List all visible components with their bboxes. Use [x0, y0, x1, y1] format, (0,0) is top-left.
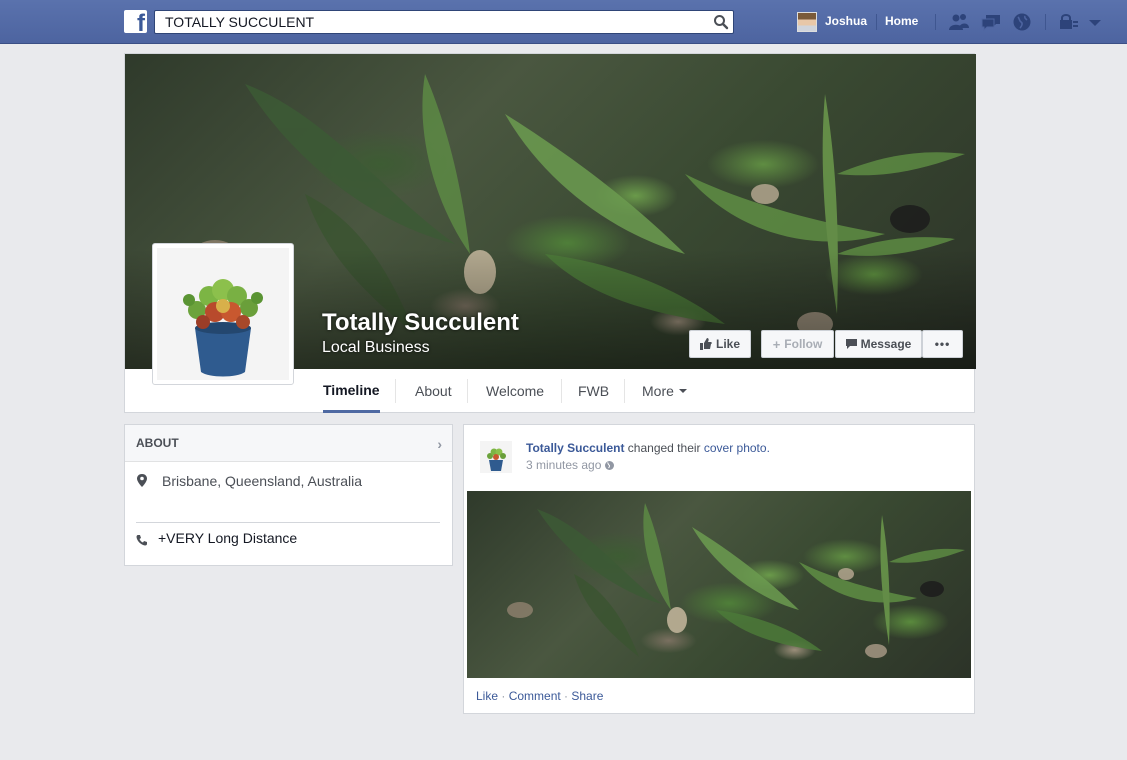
- privacy-shortcuts-icon[interactable]: [1058, 12, 1080, 32]
- more-options-button[interactable]: •••: [922, 330, 963, 358]
- post-actions: Like · Comment · Share: [476, 689, 603, 703]
- message-button[interactable]: Message: [835, 330, 922, 358]
- succulent-post-image: [507, 503, 965, 658]
- home-link[interactable]: Home: [885, 14, 918, 28]
- nav-divider: [876, 14, 877, 30]
- about-divider: [136, 522, 440, 523]
- chevron-right-icon[interactable]: ›: [437, 436, 442, 452]
- tab-divider: [395, 379, 396, 403]
- tab-about[interactable]: About: [415, 369, 452, 413]
- location-text[interactable]: Brisbane, Queensland, Australia: [162, 473, 362, 489]
- about-header[interactable]: ABOUT ›: [125, 425, 452, 462]
- facebook-logo-icon[interactable]: f: [124, 10, 147, 33]
- top-nav-bar: f Joshua Home: [0, 0, 1127, 44]
- tab-divider: [467, 379, 468, 403]
- tab-more[interactable]: More: [642, 369, 689, 413]
- follow-button-label: Follow: [784, 337, 823, 351]
- search-icon[interactable]: [713, 14, 729, 30]
- nav-divider: [1045, 14, 1046, 30]
- post-cover-photo[interactable]: [467, 491, 971, 678]
- about-section: ABOUT › Brisbane, Queensland, Australia …: [124, 424, 453, 566]
- about-location-row: Brisbane, Queensland, Australia: [136, 473, 362, 489]
- more-options-label: •••: [934, 337, 951, 351]
- thumbs-up-icon: [699, 338, 712, 350]
- public-globe-icon[interactable]: [604, 460, 615, 471]
- tab-divider: [561, 379, 562, 403]
- page-category: Local Business: [322, 339, 430, 356]
- account-settings-chevron-down-icon[interactable]: [1084, 12, 1106, 32]
- follow-button[interactable]: + Follow: [761, 330, 834, 358]
- friend-requests-icon[interactable]: [948, 12, 970, 32]
- tab-welcome[interactable]: Welcome: [486, 369, 544, 413]
- post-author-avatar[interactable]: [480, 441, 512, 473]
- cover-photo-link[interactable]: cover photo.: [704, 441, 770, 455]
- phone-icon: [136, 535, 147, 546]
- post-like-link[interactable]: Like: [476, 689, 498, 703]
- post-action-text: changed their: [624, 441, 704, 455]
- search-input[interactable]: [155, 11, 695, 33]
- post-author-link[interactable]: Totally Succulent: [526, 441, 624, 455]
- succulent-avatar-image: [480, 441, 512, 473]
- about-phone-row: +VERY Long Distance: [136, 530, 297, 546]
- user-avatar[interactable]: [797, 12, 817, 32]
- timeline-post: Totally Succulent changed their cover ph…: [463, 424, 975, 714]
- user-name-link[interactable]: Joshua: [825, 14, 867, 28]
- like-page-button[interactable]: Like: [689, 330, 751, 358]
- message-button-label: Message: [860, 337, 912, 351]
- search-box: [154, 10, 734, 34]
- phone-text: +VERY Long Distance: [158, 530, 298, 546]
- about-heading: ABOUT: [136, 436, 179, 450]
- profile-picture[interactable]: [152, 243, 294, 385]
- tab-fwb[interactable]: FWB: [578, 369, 609, 413]
- nav-divider: [935, 14, 936, 30]
- notifications-globe-icon[interactable]: [1011, 12, 1033, 32]
- caret-down-icon: [678, 389, 687, 393]
- page-header-card: Totally Succulent Local Business Like + …: [124, 53, 976, 413]
- action-separator: ·: [498, 689, 509, 703]
- post-header: Totally Succulent changed their cover ph…: [526, 441, 770, 455]
- succulent-pot-image: [157, 248, 289, 380]
- tab-divider: [624, 379, 625, 403]
- timestamp-text[interactable]: 3 minutes ago: [526, 458, 601, 472]
- post-timestamp: 3 minutes ago: [526, 458, 615, 472]
- post-comment-link[interactable]: Comment: [509, 689, 561, 703]
- messages-icon[interactable]: [980, 12, 1002, 32]
- plus-icon: +: [772, 336, 781, 352]
- like-button-label: Like: [715, 337, 740, 351]
- message-icon: [845, 338, 857, 349]
- action-separator: ·: [560, 689, 572, 703]
- post-share-link[interactable]: Share: [571, 689, 603, 703]
- map-pin-icon: [137, 474, 147, 487]
- tab-timeline[interactable]: Timeline: [323, 369, 380, 413]
- page-title[interactable]: Totally Succulent: [322, 309, 519, 337]
